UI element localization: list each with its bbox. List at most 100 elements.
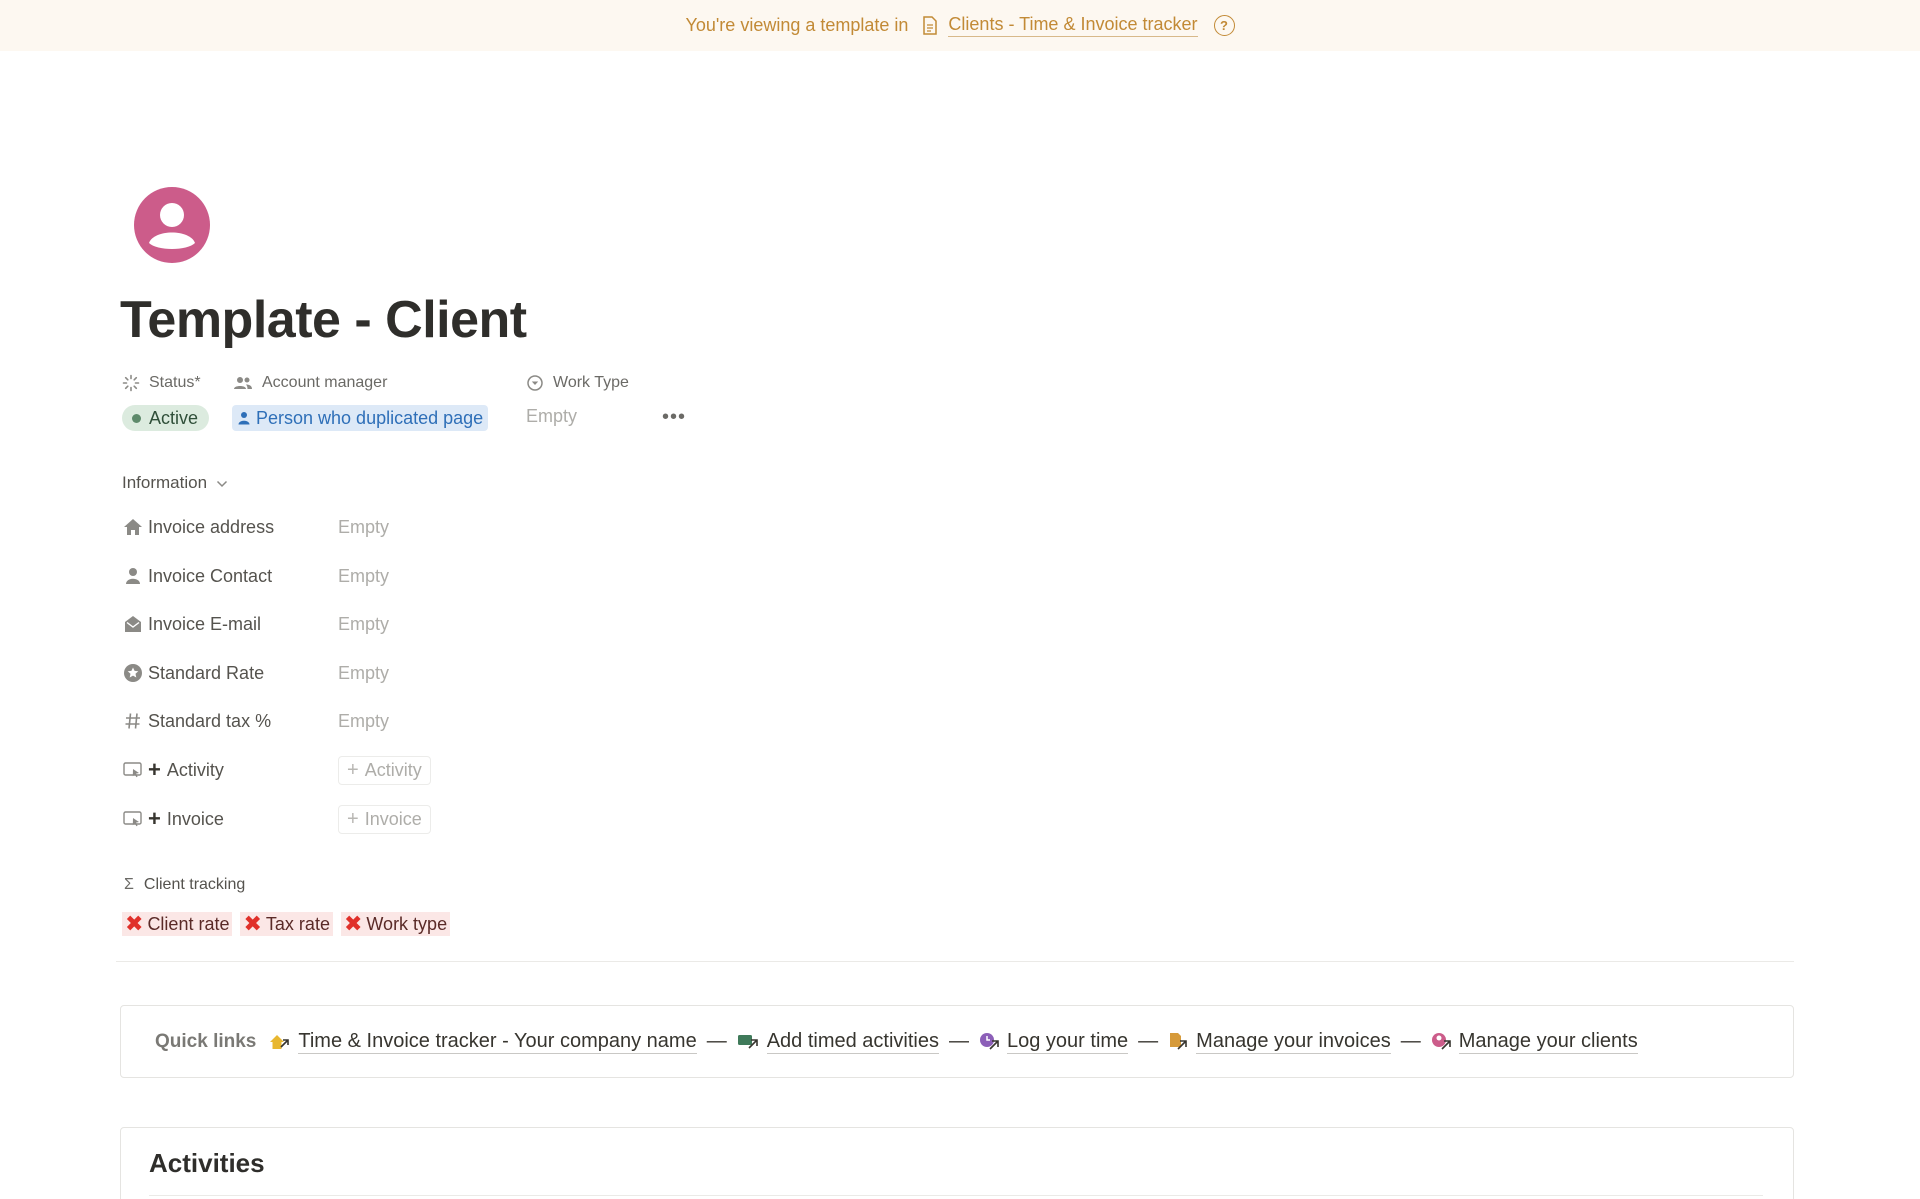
plus-icon: + [347, 807, 359, 830]
divider [149, 1195, 1763, 1196]
status-dot [132, 413, 141, 423]
status-label: Status* [149, 374, 201, 391]
activities-link-icon [737, 1032, 761, 1052]
work-type-text: Work type [366, 913, 448, 934]
plus-icon: + [148, 806, 161, 831]
standard-tax-value[interactable]: Empty [338, 711, 389, 732]
invoice-button-row[interactable]: + Invoice + Invoice [122, 804, 542, 834]
page-title[interactable]: Template - Client [120, 290, 527, 350]
star-circle-icon [122, 662, 144, 684]
cross-mark-icon: ✖ [125, 911, 144, 936]
invoice-address-row[interactable]: Invoice address Empty [122, 512, 542, 542]
document-icon [922, 16, 938, 35]
client-rate-warning: ✖ Client rate [122, 911, 233, 936]
account-manager-text: Person who duplicated page [256, 407, 484, 428]
divider [116, 961, 1794, 962]
quick-link-tracker[interactable]: Time & Invoice tracker - Your company na… [268, 1029, 697, 1054]
work-type-value[interactable]: Empty [526, 406, 577, 427]
banner-prefix: You're viewing a template in [685, 15, 909, 35]
chevron-down-icon [216, 476, 228, 491]
standard-tax-row[interactable]: Standard tax % Empty [122, 706, 542, 736]
client-tracking-property-label[interactable]: Σ Client tracking [124, 876, 245, 894]
invoice-link-icon [1168, 1032, 1190, 1052]
person-circle-icon[interactable] [132, 185, 212, 265]
separator: — [1138, 1030, 1159, 1052]
select-circle-icon [527, 375, 543, 391]
invoice-contact-label: Invoice Contact [148, 565, 273, 586]
quick-link-activities-text: Add timed activities [766, 1029, 939, 1054]
standard-tax-label: Standard tax % [148, 710, 272, 731]
standard-rate-row[interactable]: Standard Rate Empty [122, 658, 542, 688]
hash-icon [122, 710, 144, 732]
quick-link-tracker-text: Time & Invoice tracker - Your company na… [298, 1029, 697, 1054]
person-icon [122, 565, 144, 587]
invoice-label: Invoice [166, 808, 224, 829]
work-type-property-label[interactable]: Work Type [526, 372, 629, 394]
quick-links-label: Quick links [155, 1030, 257, 1052]
quick-link-activities[interactable]: Add timed activities [737, 1030, 939, 1054]
account-manager-property-label[interactable]: Account manager [233, 372, 387, 394]
status-icon [122, 374, 140, 392]
people-icon [234, 377, 252, 389]
quick-link-invoices-text: Manage your invoices [1196, 1029, 1391, 1054]
invoice-email-row[interactable]: Invoice E-mail Empty [122, 609, 542, 639]
information-section-toggle[interactable]: Information [122, 473, 228, 493]
activity-button-row[interactable]: + Activity + Activity [122, 755, 542, 785]
cross-mark-icon: ✖ [343, 911, 363, 936]
add-invoice-button[interactable]: + Invoice [338, 804, 431, 834]
quick-links-callout: Quick links Time & Invoice tracker - You… [120, 1005, 1794, 1078]
envelope-icon [122, 613, 144, 635]
status-property-label[interactable]: Status* [122, 372, 201, 394]
tax-rate-text: Tax rate [265, 913, 330, 934]
information-label: Information [122, 473, 208, 492]
work-type-warning: ✖ Work type [340, 911, 451, 936]
activities-section: Activities [120, 1127, 1794, 1199]
cross-mark-icon: ✖ [243, 911, 262, 936]
invoice-address-label: Invoice address [148, 516, 275, 537]
account-manager-label: Account manager [262, 374, 388, 391]
quick-link-log-time-text: Log your time [1007, 1029, 1129, 1054]
plus-icon: + [347, 758, 359, 781]
invoice-contact-value[interactable]: Empty [338, 566, 389, 587]
work-type-empty: Empty [526, 406, 578, 426]
separator: — [706, 1030, 727, 1052]
template-link[interactable]: Clients - Time & Invoice tracker [948, 14, 1198, 37]
standard-rate-value[interactable]: Empty [338, 663, 389, 684]
invoice-contact-row[interactable]: Invoice Contact Empty [122, 561, 542, 591]
standard-rate-label: Standard Rate [148, 662, 265, 683]
add-activity-button[interactable]: + Activity [338, 755, 431, 785]
add-invoice-label: Invoice [364, 808, 422, 829]
tax-rate-warning: ✖ Tax rate [240, 911, 333, 936]
invoice-email-label: Invoice E-mail [148, 613, 262, 634]
quick-link-invoices[interactable]: Manage your invoices [1168, 1030, 1391, 1054]
status-value: Active [149, 407, 199, 428]
button-icon [122, 808, 144, 830]
status-badge[interactable]: Active [122, 405, 210, 431]
client-rate-text: Client rate [147, 913, 230, 934]
add-activity-label: Activity [364, 759, 422, 780]
quick-link-log-time[interactable]: Log your time [979, 1029, 1129, 1054]
help-icon[interactable]: ? [1213, 15, 1235, 36]
separator: — [1400, 1030, 1421, 1052]
separator: — [949, 1030, 969, 1052]
clock-link-icon [979, 1032, 1001, 1052]
plus-icon: + [148, 757, 161, 782]
invoice-address-value[interactable]: Empty [338, 517, 389, 538]
house-link-icon [268, 1032, 292, 1052]
client-tracking-value[interactable]: ✖ Client rate ✖ Tax rate ✖ Work type [122, 912, 458, 936]
client-link-icon [1431, 1032, 1453, 1052]
more-properties-button[interactable]: ••• [662, 406, 686, 429]
activities-heading[interactable]: Activities [149, 1148, 265, 1179]
person-icon [238, 412, 250, 425]
account-manager-value[interactable]: Person who duplicated page [232, 405, 489, 431]
home-icon [122, 516, 144, 538]
activity-label: Activity [166, 759, 224, 780]
template-banner: You're viewing a template in Clients - T… [0, 0, 1920, 51]
quick-link-clients-text: Manage your clients [1458, 1029, 1638, 1054]
quick-link-clients[interactable]: Manage your clients [1431, 1030, 1638, 1054]
button-icon [122, 759, 144, 781]
client-tracking-label: Client tracking [143, 876, 246, 893]
invoice-email-value[interactable]: Empty [338, 614, 389, 635]
work-type-label: Work Type [553, 374, 629, 391]
sigma-icon: Σ [124, 876, 134, 893]
